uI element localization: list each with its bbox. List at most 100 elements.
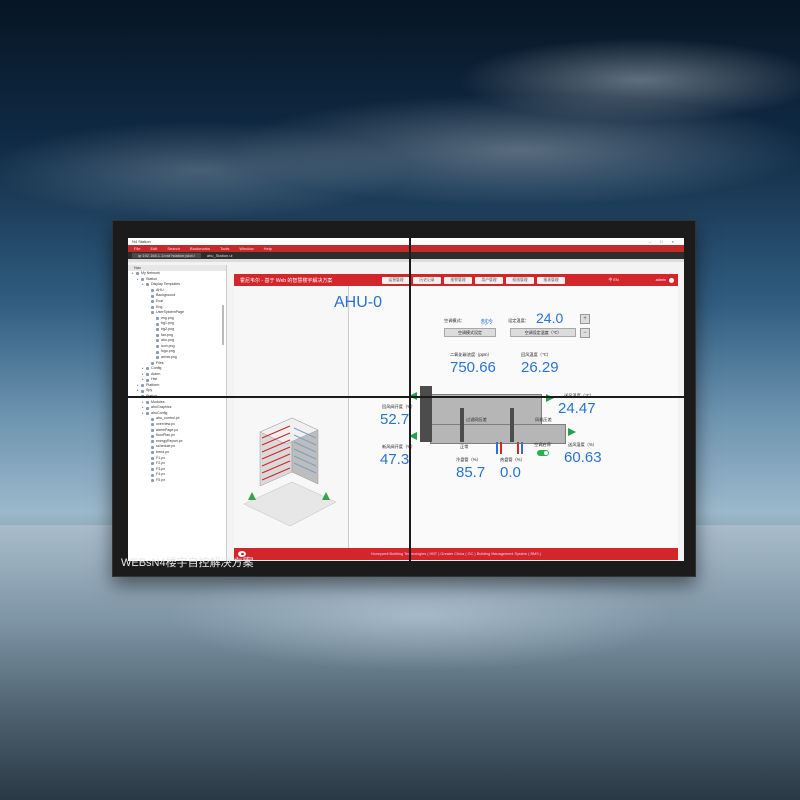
supply-temp-value: 24.47 xyxy=(558,400,596,417)
tree-node-icon xyxy=(151,423,154,427)
tree-node-icon xyxy=(146,372,149,376)
tab-users[interactable]: 用户管理 xyxy=(475,276,503,284)
cold-pipe-icon xyxy=(496,442,498,454)
ahu-title: AHU-0 xyxy=(334,294,383,311)
screen: N4 Station – □ × File Edit Search Bookma… xyxy=(128,238,684,561)
menu-item-file[interactable]: File xyxy=(134,246,140,251)
tree-node-icon xyxy=(146,412,149,416)
setpoint-decrease-button[interactable]: − xyxy=(580,328,590,338)
tree-node-icon xyxy=(146,400,149,404)
tree-node-icon xyxy=(151,428,154,432)
tree-node-icon xyxy=(136,272,139,276)
setpoint-value: 24.0 xyxy=(536,310,564,326)
user-area: 中 EN admin xyxy=(609,277,678,283)
tree-node-icon xyxy=(141,384,144,388)
hot-pipe-icon xyxy=(500,442,502,454)
hmi-footer: Honeywell Building Technologies ( HBT ) … xyxy=(234,548,678,560)
address-extra: ahu_Station.ui xyxy=(206,253,233,258)
co2-label: 二氧化碳浓度（ppm） xyxy=(450,352,492,357)
ac-status-label: 空调启停 xyxy=(534,442,551,447)
hot-valve-label: 热盘管（%） xyxy=(500,457,525,462)
tree-node-icon xyxy=(156,328,159,332)
setpoint-increase-button[interactable]: + xyxy=(580,314,590,324)
tree-node-icon xyxy=(151,479,154,483)
menu-item-bookmarks[interactable]: Bookmarks xyxy=(190,246,210,251)
cold-valve-value: 85.7 xyxy=(456,464,486,481)
tree-item-label: F5.px xyxy=(156,477,165,482)
cold-valve-label: 冷盘管（%） xyxy=(456,457,481,462)
tree-node-icon xyxy=(146,283,149,287)
mode-set-button[interactable]: 空调模式设定 xyxy=(444,328,496,337)
address-bar[interactable]: ip:192.168.1.1/ord?station:|slot:/ xyxy=(132,253,201,258)
nav-sidebar: Nav ▸ My Network ▸ Station ▸ Display Template… xyxy=(128,265,227,561)
tree-node-icon xyxy=(156,322,159,326)
footer-text: Honeywell Building Technologies ( HBT ) … xyxy=(370,552,542,556)
tree-node-icon xyxy=(151,456,154,460)
menu-item-window[interactable]: Window xyxy=(239,246,253,251)
mode-label: 空调模式： xyxy=(444,318,465,323)
return-temp-value: 26.29 xyxy=(521,359,559,376)
username: admin xyxy=(655,278,666,282)
tree-node-icon xyxy=(151,417,154,421)
tree-node-icon xyxy=(151,311,154,315)
tab-history[interactable]: 历史记录 xyxy=(413,276,441,284)
hmi-panel: 霍尼韦尔 - 基于 Web 的智慧楼宇解决方案 运营管理 历史记录 报警管理 用… xyxy=(234,274,678,560)
tab-alarms[interactable]: 报警管理 xyxy=(444,276,472,284)
ac-power-toggle[interactable] xyxy=(537,450,549,456)
hot-return-pipe-icon xyxy=(517,442,519,454)
supply-humidity-value: 60.63 xyxy=(564,449,602,466)
tree-node-icon xyxy=(156,350,159,354)
video-wall-seam-horizontal xyxy=(128,396,684,398)
fan-pressure-label: 风机压差 xyxy=(535,417,552,422)
hmi-title: 霍尼韦尔 - 基于 Web 的智慧楼宇解决方案 xyxy=(240,277,333,284)
tree-node-icon xyxy=(151,462,154,466)
tab-operations[interactable]: 运营管理 xyxy=(382,276,410,284)
setpoint-set-button[interactable]: 空调设定温度（℃） xyxy=(510,328,576,337)
building-panel xyxy=(234,286,349,548)
nav-tree: ▸ My Network ▸ Station ▸ Display Templates AHU… xyxy=(128,271,226,484)
tree-node-icon xyxy=(141,389,144,393)
window-controls[interactable]: – □ × xyxy=(649,238,684,245)
tree-node-icon xyxy=(156,356,159,360)
return-damper-value: 52.7 xyxy=(380,411,410,428)
coil-element xyxy=(510,408,514,442)
tree-node-icon xyxy=(151,445,154,449)
tree-node-icon xyxy=(146,406,149,410)
mode-value: 制冷 xyxy=(481,320,494,326)
tree-node-icon xyxy=(156,345,159,349)
filter-pressure-label: 过滤网压差 xyxy=(466,417,487,422)
menu-item-search[interactable]: Search xyxy=(167,246,180,251)
tree-node-icon xyxy=(151,468,154,472)
tree-node-icon xyxy=(156,333,159,337)
menu-item-tools[interactable]: Tools xyxy=(220,246,229,251)
tree-item[interactable]: F5.px xyxy=(128,478,226,484)
language-switch[interactable]: 中 EN xyxy=(609,278,619,283)
tree-node-icon xyxy=(151,294,154,298)
menu-item-help[interactable]: Help xyxy=(264,246,272,251)
supply-humidity-label: 送风湿度（%） xyxy=(568,442,597,447)
tree-node-icon xyxy=(151,434,154,438)
sidebar-scrollbar[interactable] xyxy=(222,305,224,345)
cold-return-pipe-icon xyxy=(521,442,523,454)
outlet-arrow-icon xyxy=(568,428,576,436)
filter-element xyxy=(460,408,464,442)
user-icon[interactable] xyxy=(669,277,674,283)
intake-housing xyxy=(420,386,432,442)
return-temp-label: 回风温度（℃） xyxy=(521,352,551,357)
tree-node-icon xyxy=(151,473,154,477)
tree-node-icon xyxy=(156,339,159,343)
video-wall-seam-vertical xyxy=(409,238,411,561)
ahu-duct-lower xyxy=(430,424,566,444)
setpoint-label: 设定温度： xyxy=(508,318,529,323)
menu-bar: File Edit Search Bookmarks Tools Window … xyxy=(128,245,684,252)
tree-node-icon xyxy=(156,317,159,321)
menu-item-edit[interactable]: Edit xyxy=(150,246,157,251)
tree-node-icon xyxy=(146,378,149,382)
tab-permissions[interactable]: 权限管理 xyxy=(506,276,534,284)
tree-node-icon xyxy=(151,289,154,293)
hmi-header: 霍尼韦尔 - 基于 Web 的智慧楼宇解决方案 运营管理 历史记录 报警管理 用… xyxy=(234,274,678,286)
tree-node-icon xyxy=(151,440,154,444)
tree-node-icon xyxy=(151,305,154,309)
tab-reports[interactable]: 报表管理 xyxy=(537,276,565,284)
tree-node-icon xyxy=(146,367,149,371)
